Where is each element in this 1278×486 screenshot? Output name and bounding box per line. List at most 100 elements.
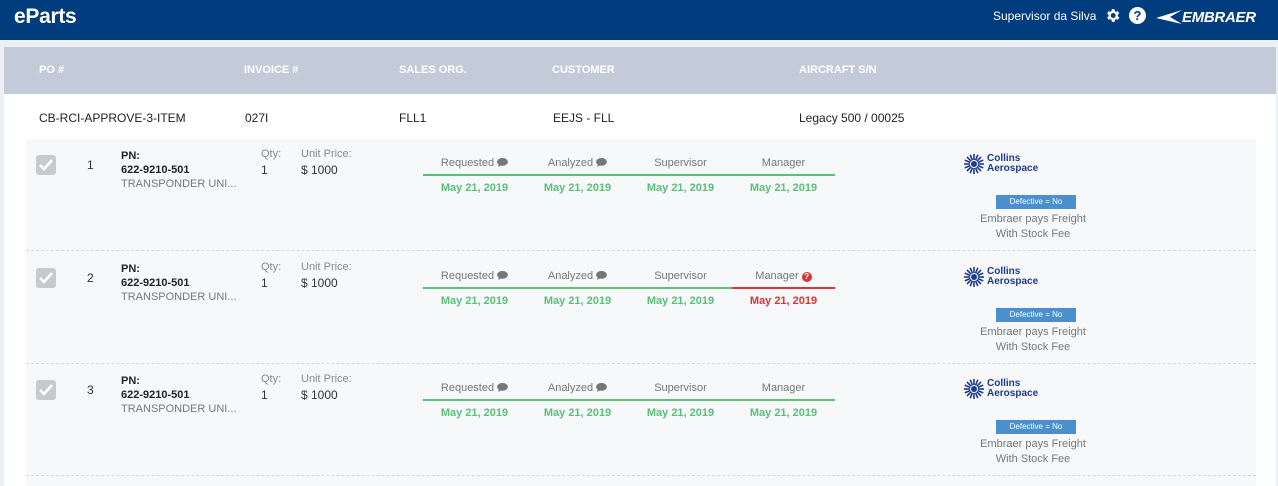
- step-date: May 21, 2019: [749, 407, 818, 419]
- step-progress-line: [423, 399, 526, 401]
- qty-value: 1: [261, 388, 268, 402]
- help-icon[interactable]: ?: [1129, 7, 1146, 24]
- pn-label: PN:: [121, 150, 140, 162]
- step-name: Analyzed: [547, 382, 594, 394]
- comment-icon[interactable]: [596, 270, 608, 280]
- column-aircraft: AIRCRAFT S/N: [799, 64, 877, 76]
- workflow-step: Requested May 21, 2019: [423, 380, 526, 420]
- unit-price-label: Unit Price:: [301, 373, 352, 385]
- workflow-step: Requested May 21, 2019: [423, 155, 526, 195]
- step-name: Analyzed: [547, 157, 594, 169]
- collins-burst-icon: [964, 379, 984, 399]
- step-date: May 21, 2019: [440, 294, 509, 307]
- step-progress-line: [526, 286, 629, 289]
- unit-price-value: $ 1000: [301, 388, 338, 402]
- step-progress-line: [423, 286, 526, 289]
- collins-aerospace-logo: Collins Aerospace: [963, 266, 1038, 288]
- part-description: TRANSPONDER UNI...: [121, 403, 237, 415]
- item-index: 3: [87, 383, 94, 397]
- workflow-step: Analyzed May 21, 2019: [526, 380, 629, 420]
- embraer-wing-icon: [1156, 10, 1182, 24]
- unit-price-value: $ 1000: [301, 163, 338, 177]
- unit-price-label: Unit Price:: [301, 260, 352, 273]
- workflow-step: Requested May 21, 2019: [423, 268, 526, 308]
- collins-burst-icon: [964, 154, 984, 174]
- item-list: 1 PN: 622-9210-501 TRANSPONDER UNI... Qt…: [26, 139, 1256, 486]
- step-progress-line: [629, 286, 732, 289]
- step-progress-line: [732, 286, 835, 289]
- collins-aerospace-logo: Collins Aerospace: [963, 153, 1038, 175]
- vendor-name-line2: Aerospace: [987, 275, 1039, 287]
- app-title[interactable]: eParts: [14, 5, 77, 29]
- approval-workflow: Requested May 21, 2019 Analyzed May 21, …: [423, 268, 835, 308]
- approval-workflow: Requested May 21, 2019 Analyzed May 21, …: [423, 155, 835, 195]
- qty-label: Qty:: [261, 373, 282, 385]
- qty-label: Qty:: [261, 148, 282, 160]
- workflow-step: Supervisor May 21, 2019: [629, 155, 732, 195]
- step-date: May 21, 2019: [646, 407, 715, 419]
- comment-icon[interactable]: [596, 158, 608, 167]
- workflow-step: Supervisor May 21, 2019: [629, 268, 732, 308]
- defective-badge: Defective = No: [996, 307, 1076, 322]
- check-icon: [39, 271, 53, 284]
- step-date: May 21, 2019: [440, 407, 509, 419]
- item-index: 2: [87, 270, 94, 285]
- step-name: Analyzed: [547, 269, 594, 282]
- column-header: PO # INVOICE # SALES ORG. CUSTOMER AIRCR…: [4, 47, 1276, 94]
- item-row[interactable]: 2 PN: 622-9210-501 TRANSPONDER UNI... Qt…: [26, 252, 1256, 364]
- workflow-step: Analyzed May 21, 2019: [526, 155, 629, 195]
- step-name: Requested: [440, 157, 495, 169]
- step-name: Manager: [755, 269, 799, 282]
- stock-fee-info: With Stock Fee: [995, 228, 1071, 240]
- qty-value: 1: [261, 163, 268, 177]
- user-name[interactable]: Supervisor da Silva: [993, 9, 1096, 23]
- invoice-number: 027I: [245, 111, 269, 125]
- freight-info: Embraer pays Freight: [980, 325, 1086, 338]
- step-date: May 21, 2019: [646, 294, 715, 307]
- vendor-name-line2: Aerospace: [987, 163, 1039, 174]
- comment-icon[interactable]: [596, 383, 608, 392]
- item-checkbox[interactable]: [36, 267, 56, 288]
- item-index: 1: [87, 158, 94, 172]
- part-number[interactable]: 622-9210-501: [121, 389, 190, 401]
- part-description: TRANSPONDER UNI...: [121, 178, 237, 190]
- aircraft-sn: Legacy 500 / 00025: [799, 111, 905, 125]
- part-number[interactable]: 622-9210-501: [121, 164, 190, 176]
- step-progress-line: [526, 399, 629, 401]
- unit-price-value: $ 1000: [301, 275, 338, 290]
- step-progress-line: [629, 174, 732, 176]
- workflow-step: Manager May 21, 2019: [732, 155, 835, 195]
- approval-workflow: Requested May 21, 2019 Analyzed May 21, …: [423, 380, 835, 420]
- step-name: Supervisor: [654, 269, 707, 282]
- stock-fee-info: With Stock Fee: [995, 340, 1071, 353]
- step-date: May 21, 2019: [749, 182, 818, 194]
- vendor-name-line2: Aerospace: [987, 388, 1039, 399]
- gear-icon[interactable]: [1104, 7, 1121, 24]
- collins-burst-icon: [964, 266, 984, 287]
- workflow-step: Manager? May 21, 2019: [732, 268, 835, 308]
- step-progress-line: [423, 174, 526, 176]
- defective-badge: Defective = No: [996, 420, 1076, 434]
- step-name: Manager: [761, 157, 806, 169]
- customer: EEJS - FLL: [553, 111, 615, 125]
- item-row[interactable]: 3 PN: 622-9210-501 TRANSPONDER UNI... Qt…: [26, 364, 1256, 476]
- top-navbar: eParts Supervisor da Silva ? EMBRAER: [0, 0, 1278, 40]
- step-date: May 21, 2019: [543, 182, 612, 194]
- question-circle-icon[interactable]: ?: [801, 271, 812, 282]
- embraer-logo: EMBRAER: [1156, 8, 1256, 26]
- column-po: PO #: [39, 64, 65, 76]
- qty-value: 1: [261, 275, 268, 290]
- item-checkbox[interactable]: [36, 155, 56, 175]
- check-icon: [39, 384, 53, 396]
- comment-icon[interactable]: [497, 158, 509, 167]
- collins-aerospace-logo: Collins Aerospace: [963, 378, 1038, 400]
- step-name: Supervisor: [654, 382, 707, 394]
- freight-info: Embraer pays Freight: [980, 438, 1086, 450]
- pn-label: PN:: [121, 262, 140, 275]
- check-icon: [39, 159, 53, 171]
- comment-icon[interactable]: [497, 270, 509, 280]
- comment-icon[interactable]: [497, 383, 509, 392]
- part-number[interactable]: 622-9210-501: [121, 277, 190, 289]
- item-checkbox[interactable]: [36, 380, 56, 400]
- item-row[interactable]: 1 PN: 622-9210-501 TRANSPONDER UNI... Qt…: [26, 139, 1256, 251]
